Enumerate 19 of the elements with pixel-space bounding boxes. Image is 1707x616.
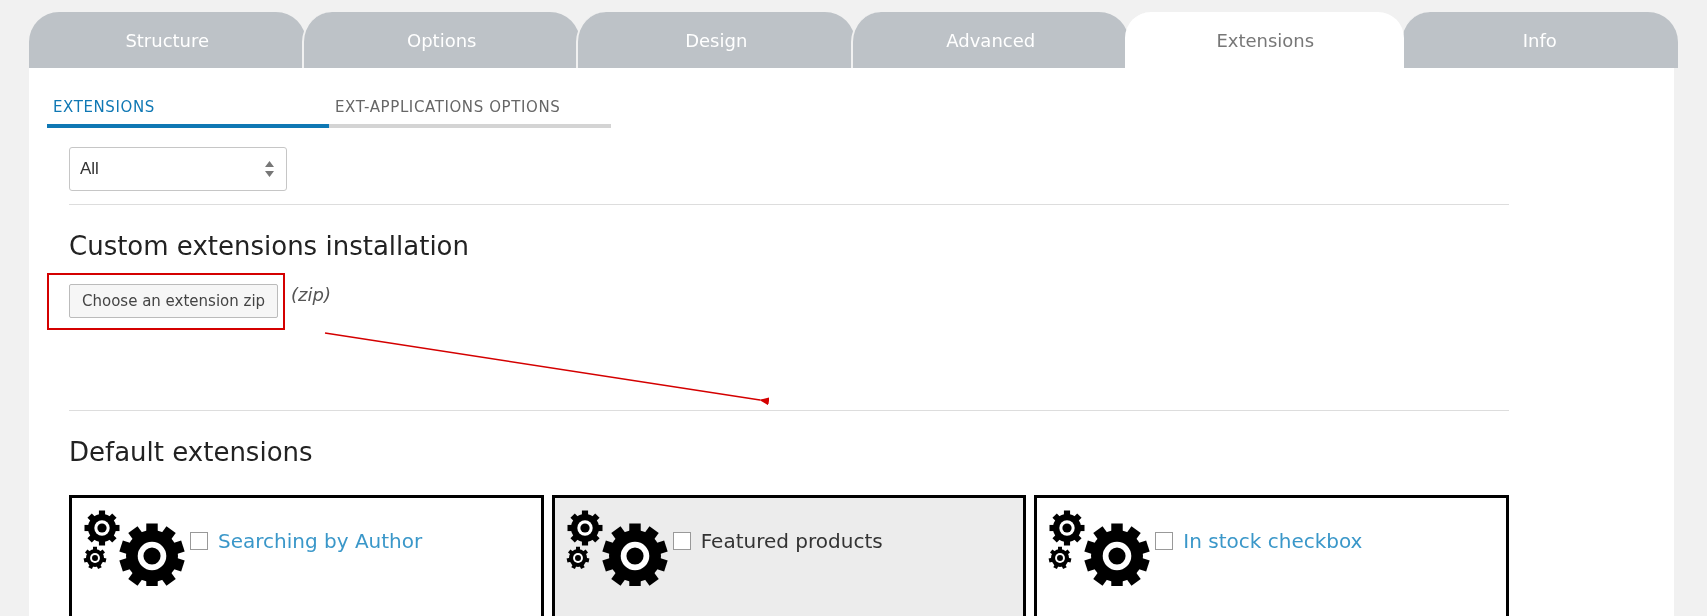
- section-heading: Custom extensions installation: [69, 231, 470, 261]
- tab[interactable]: Extensions: [1125, 12, 1404, 68]
- checkbox[interactable]: [190, 532, 208, 550]
- tab[interactable]: Structure: [29, 12, 306, 68]
- extension-link[interactable]: Searching by Author: [218, 529, 423, 553]
- tab[interactable]: Advanced: [850, 12, 1129, 68]
- filter-select[interactable]: All: [69, 147, 287, 191]
- file-type-hint: (zip): [291, 284, 331, 305]
- section-heading: Default extensions: [69, 437, 314, 467]
- tab[interactable]: Options: [301, 12, 580, 68]
- subtab[interactable]: EXT-APPLICATIONS OPTIONS: [329, 98, 611, 128]
- checkbox[interactable]: [672, 532, 691, 550]
- extension-title: Featured products: [700, 529, 883, 553]
- extension-link[interactable]: In stock checkbox: [1183, 529, 1363, 553]
- choose-file-button[interactable]: Choose an extension zip: [69, 284, 279, 318]
- tab[interactable]: Design: [576, 12, 855, 68]
- checkbox[interactable]: [1155, 532, 1174, 550]
- updown-icon: [265, 161, 274, 177]
- subtab[interactable]: EXTENSIONS: [47, 98, 329, 128]
